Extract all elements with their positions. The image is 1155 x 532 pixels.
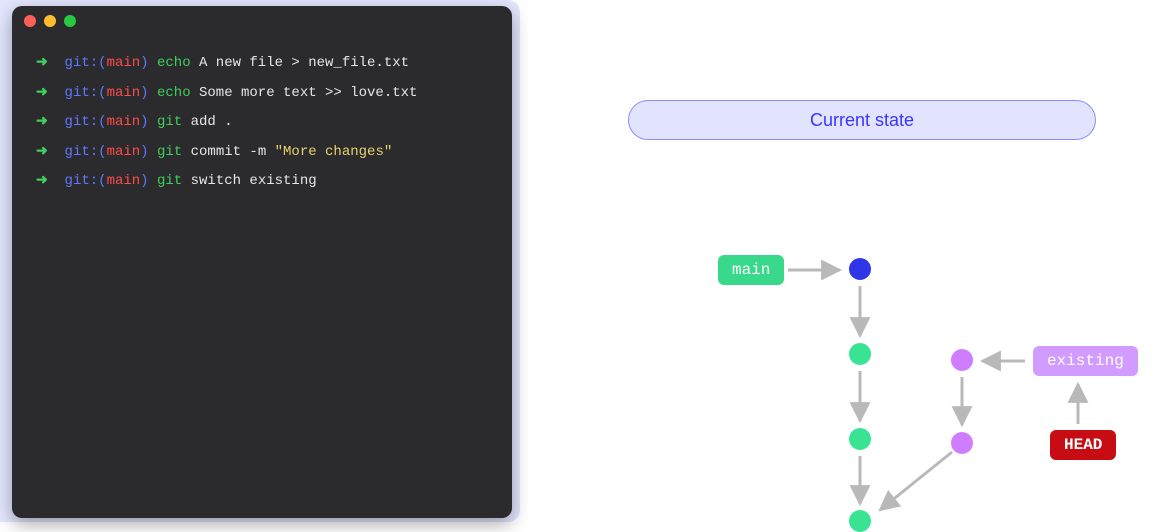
command-rest: commit -m	[191, 144, 275, 160]
arrow-icon	[880, 452, 952, 510]
command-string: "More changes"	[275, 144, 393, 160]
prompt-arrow-icon: ➜	[36, 85, 48, 101]
command-rest: Some more text >> love.txt	[199, 85, 417, 101]
prompt-paren-close: )	[140, 173, 148, 189]
terminal-line: ➜ git:(main) git switch existing	[36, 172, 488, 192]
command-name: git	[157, 173, 182, 189]
commit-node	[849, 343, 871, 365]
commit-node	[849, 428, 871, 450]
prompt-arrow-icon: ➜	[36, 114, 48, 130]
prompt-paren-close: )	[140, 114, 148, 130]
command-name: echo	[157, 55, 191, 71]
window-minimize-icon[interactable]	[44, 15, 56, 27]
command-name: echo	[157, 85, 191, 101]
terminal-window: ➜ git:(main) echo A new file > new_file.…	[12, 6, 512, 518]
command-rest: A new file > new_file.txt	[199, 55, 409, 71]
command-rest: add .	[191, 114, 233, 130]
window-close-icon[interactable]	[24, 15, 36, 27]
ref-label-head: HEAD	[1050, 430, 1116, 460]
command-name: git	[157, 144, 182, 160]
prompt-branch: main	[107, 55, 141, 71]
prompt-branch: main	[107, 144, 141, 160]
git-graph-diagram: main existing HEAD	[560, 0, 1155, 522]
prompt-paren-close: )	[140, 85, 148, 101]
terminal-line: ➜ git:(main) echo Some more text >> love…	[36, 84, 488, 104]
commit-node	[849, 258, 871, 280]
prompt-paren-open: (	[98, 144, 106, 160]
prompt-arrow-icon: ➜	[36, 55, 48, 71]
prompt-paren-open: (	[98, 114, 106, 130]
command-rest: switch existing	[191, 173, 317, 189]
prompt-arrow-icon: ➜	[36, 173, 48, 189]
terminal-body: ➜ git:(main) echo A new file > new_file.…	[12, 36, 512, 220]
prompt-paren-open: (	[98, 173, 106, 189]
terminal-line: ➜ git:(main) git commit -m "More changes…	[36, 143, 488, 163]
commit-node	[849, 510, 871, 532]
ref-label-existing: existing	[1033, 346, 1138, 376]
window-titlebar	[12, 6, 512, 36]
prompt-branch: main	[107, 85, 141, 101]
prompt-paren-open: (	[98, 85, 106, 101]
ref-label-main: main	[718, 255, 784, 285]
prompt-git: git:	[65, 85, 99, 101]
prompt-paren-open: (	[98, 55, 106, 71]
prompt-paren-close: )	[140, 144, 148, 160]
prompt-arrow-icon: ➜	[36, 144, 48, 160]
window-zoom-icon[interactable]	[64, 15, 76, 27]
terminal-line: ➜ git:(main) echo A new file > new_file.…	[36, 54, 488, 74]
prompt-git: git:	[65, 114, 99, 130]
prompt-paren-close: )	[140, 55, 148, 71]
prompt-git: git:	[65, 173, 99, 189]
commit-node	[951, 432, 973, 454]
prompt-git: git:	[65, 144, 99, 160]
prompt-git: git:	[65, 55, 99, 71]
terminal-line: ➜ git:(main) git add .	[36, 113, 488, 133]
prompt-branch: main	[107, 114, 141, 130]
prompt-branch: main	[107, 173, 141, 189]
commit-node	[951, 349, 973, 371]
command-name: git	[157, 114, 182, 130]
